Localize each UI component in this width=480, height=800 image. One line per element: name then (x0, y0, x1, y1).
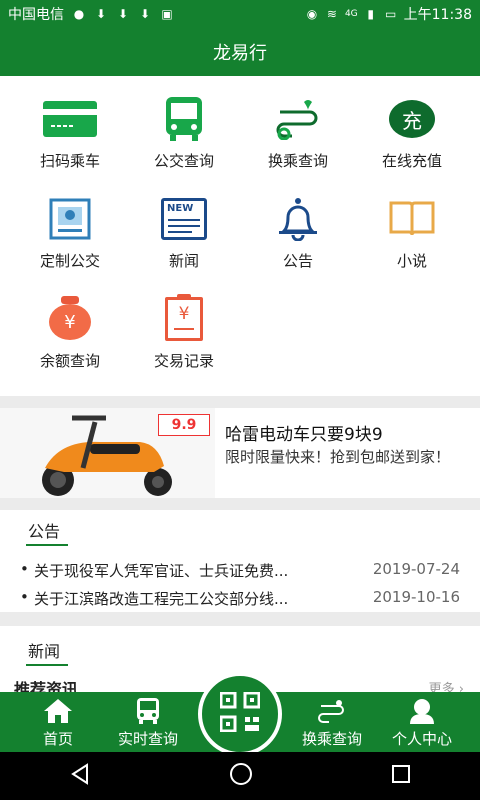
money-bag-icon: ¥ (42, 294, 98, 344)
grid-label: 交易记录 (153, 352, 214, 370)
grid-label: 换乘查询 (267, 152, 328, 170)
clock: 上午11:38 (403, 7, 472, 23)
grid-label: 小说 (396, 252, 427, 270)
function-grid: 扫码乘车 公交查询 换乘查询 充 在线充值 定制公交 NEW 新闻 公告 小说 … (0, 76, 480, 396)
grid-item-transaction-records[interactable]: ¥ 交易记录 (124, 276, 244, 376)
banner-description: 限时限量快来！抢到包邮送到家！ (225, 448, 451, 466)
grid-item-novel[interactable]: 小说 (352, 176, 472, 276)
banner-title: 哈雷电动车只要9块9 (225, 425, 383, 445)
image-icon: ▣ (161, 7, 173, 21)
more-link[interactable]: 更多 › (429, 678, 464, 692)
scooter-image: 9.9 (0, 408, 215, 498)
bullet: • (20, 588, 29, 606)
tab-profile[interactable]: 个人中心 (374, 692, 470, 752)
download-icon: ⬇ (117, 7, 129, 21)
section-underline (26, 544, 68, 546)
announcement-date: 2019-07-24 (372, 560, 460, 578)
grid-label: 余额查询 (39, 352, 100, 370)
location-icon: ◉ (306, 7, 318, 21)
newspaper-glyph: NEW (167, 203, 194, 214)
tab-label: 实时查询 (117, 730, 178, 748)
announcement-date: 2019-10-16 (372, 588, 460, 606)
tab-label: 换乘查询 (301, 730, 362, 748)
recents-icon[interactable] (391, 764, 411, 788)
qr-code-icon (219, 691, 261, 736)
download-icon: ⬇ (95, 7, 107, 21)
recommended-news-heading: 推荐资讯 (14, 680, 79, 692)
section-heading: 公告 (28, 522, 61, 541)
grid-item-news[interactable]: NEW 新闻 (124, 176, 244, 276)
section-underline (26, 664, 68, 666)
grid-label: 公告 (282, 252, 313, 270)
battery-icon: ▭ (384, 7, 397, 21)
signal-icon: ▮ (367, 7, 374, 21)
section-heading: 新闻 (28, 642, 61, 661)
clipboard-glyph: ¥ (178, 304, 190, 324)
wifi-icon: ≋ (326, 7, 337, 21)
grid-item-scan-ride[interactable]: 扫码乘车 (10, 76, 130, 176)
download-icon: ⬇ (139, 7, 151, 21)
grid-label: 在线充值 (381, 152, 442, 170)
app-title-bar: 龙易行 (0, 28, 480, 76)
tab-transfer-query[interactable]: 换乘查询 (284, 692, 380, 752)
tab-home[interactable]: 首页 (10, 692, 106, 752)
custom-bus-icon (42, 194, 98, 244)
clipboard-icon: ¥ (156, 294, 212, 344)
route-icon (316, 696, 348, 726)
book-icon (384, 194, 440, 244)
newspaper-icon: NEW (156, 194, 212, 244)
promo-banner[interactable]: 9.9 哈雷电动车只要9块9 限时限量快来！抢到包邮送到家！ (0, 408, 480, 498)
status-bar: 中国电信 ● ⬇ ⬇ ⬇ ▣ ◉ ≋ 4G ▮ ▭ 上午11:38 (0, 0, 480, 28)
qr-code-button[interactable] (198, 672, 282, 756)
grid-item-balance-query[interactable]: ¥ 余额查询 (10, 276, 130, 376)
bell-icon (270, 194, 326, 244)
home-icon (42, 696, 74, 726)
tab-realtime-query[interactable]: 实时查询 (100, 692, 196, 752)
home-button-icon[interactable] (229, 762, 253, 790)
bus-icon (132, 696, 164, 726)
price-tag: 9.9 (158, 414, 210, 436)
grid-label: 新闻 (168, 252, 199, 270)
grid-item-online-recharge[interactable]: 充 在线充值 (352, 76, 472, 176)
grid-item-transfer-query[interactable]: 换乘查询 (238, 76, 358, 176)
grid-label: 公交查询 (153, 152, 214, 170)
grid-label: 定制公交 (39, 252, 100, 270)
back-icon[interactable] (69, 763, 91, 789)
money-glyph: ¥ (49, 304, 91, 340)
bus-icon (156, 94, 212, 144)
user-icon (406, 696, 438, 726)
announcement-section: 公告 • 关于现役军人凭军官证、士兵证免费... 2019-07-24 • 关于… (0, 510, 480, 612)
card-icon (42, 94, 98, 144)
tab-label: 首页 (42, 730, 73, 748)
grid-item-custom-bus[interactable]: 定制公交 (10, 176, 130, 276)
recharge-glyph: 充 (389, 100, 435, 138)
tab-label: 个人中心 (391, 730, 452, 748)
app-title: 龙易行 (213, 43, 267, 64)
announcement-text: 关于现役军人凭军官证、士兵证免费... (34, 562, 289, 580)
route-icon (270, 94, 326, 144)
announcement-text: 关于江滨路改造工程完工公交部分线... (34, 590, 289, 608)
recharge-icon: 充 (384, 94, 440, 144)
list-item[interactable]: • 关于现役军人凭军官证、士兵证免费... 2019-07-24 (0, 556, 480, 584)
list-item[interactable]: • 关于江滨路改造工程完工公交部分线... 2019-10-16 (0, 584, 480, 612)
grid-label: 扫码乘车 (39, 152, 100, 170)
grid-item-announcement[interactable]: 公告 (238, 176, 358, 276)
bullet: • (20, 560, 29, 578)
grid-item-bus-query[interactable]: 公交查询 (124, 76, 244, 176)
message-icon: ● (73, 7, 85, 21)
system-nav-bar (0, 752, 480, 800)
network-type: 4G (344, 9, 358, 19)
carrier-label: 中国电信 (8, 7, 64, 23)
